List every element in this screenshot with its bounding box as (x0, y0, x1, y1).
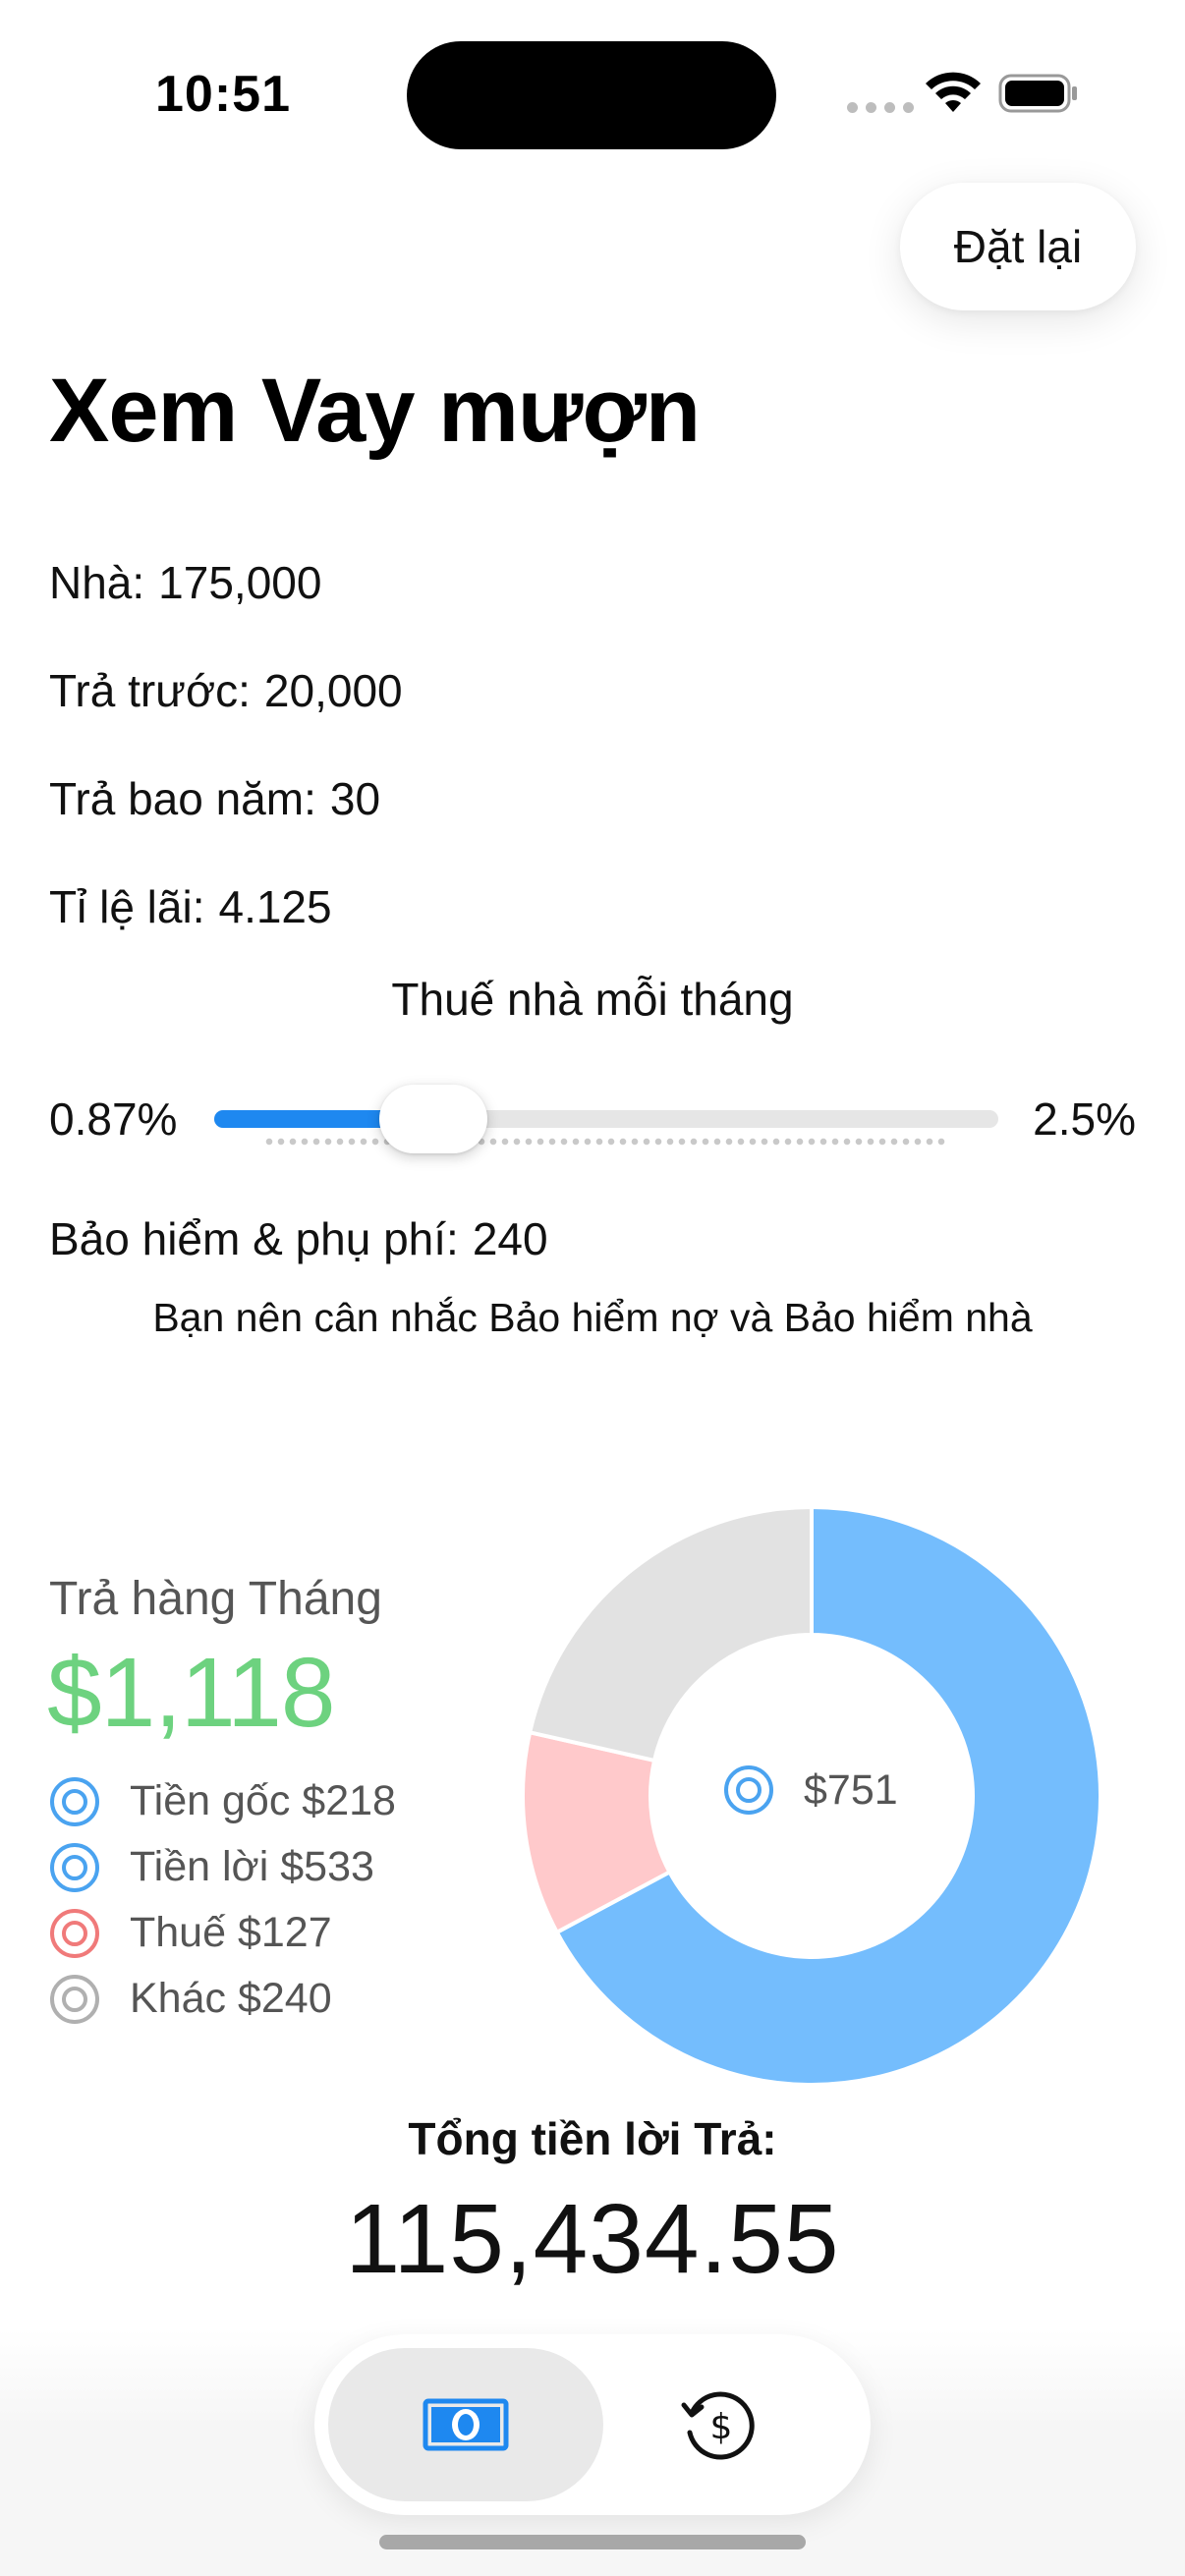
legend-label: Khác $240 (130, 1975, 332, 2022)
donut-slice-2 (527, 1504, 814, 1764)
field-label: Bảo hiểm & phụ phí: (49, 1213, 459, 1264)
field-loan-years[interactable]: Trả bao năm: 30 (49, 772, 380, 825)
field-house-price[interactable]: Nhà: 175,000 (49, 556, 321, 609)
payment-legend: Tiền gốc $218 Tiền lời $533 Thuế $127 Kh… (49, 1768, 396, 2032)
home-indicator (379, 2535, 806, 2549)
tab-bar: $ (314, 2334, 871, 2515)
field-value[interactable]: 175,000 (158, 557, 321, 608)
field-label: Trả trước: (49, 665, 251, 716)
banknote-icon (423, 2398, 509, 2451)
tab-payment-history[interactable]: $ (582, 2348, 857, 2501)
target-icon (50, 1776, 99, 1826)
tax-slider-min-label: 0.87% (49, 1093, 178, 1145)
svg-text:$: $ (710, 2407, 733, 2447)
monthly-payment-label: Trả hàng Tháng (49, 1573, 382, 1625)
total-interest-value: 115,434.55 (345, 2184, 840, 2294)
donut-center-label: $751 (723, 1764, 898, 1816)
field-interest-rate[interactable]: Tỉ lệ lãi: 4.125 (49, 880, 332, 933)
page-title: Xem Vay mượn (49, 361, 701, 461)
tax-slider-ticks (263, 1138, 947, 1146)
legend-item-interest: Tiền lời $533 (49, 1834, 396, 1900)
tab-loan-view[interactable] (328, 2348, 603, 2501)
legend-item-principal: Tiền gốc $218 (49, 1768, 396, 1834)
target-icon (724, 1765, 773, 1815)
cellular-signal-icon (847, 102, 914, 113)
field-value[interactable]: 4.125 (218, 881, 331, 932)
dynamic-island (407, 41, 776, 149)
field-label: Nhà: (49, 557, 145, 608)
tax-slider-track[interactable] (214, 1110, 998, 1128)
dollar-history-icon: $ (681, 2391, 755, 2460)
status-time: 10:51 (155, 66, 291, 123)
advice-text: Bạn nên cân nhắc Bảo hiểm nợ và Bảo hiểm… (152, 1295, 1033, 1340)
target-icon (50, 1842, 99, 1892)
target-icon (50, 1974, 99, 2024)
legend-label: Tiền gốc $218 (130, 1777, 396, 1824)
monthly-payment-amount: $1,118 (47, 1638, 335, 1748)
legend-item-other: Khác $240 (49, 1966, 396, 2032)
legend-label: Tiền lời $533 (130, 1843, 374, 1890)
field-value[interactable]: 30 (330, 773, 380, 824)
field-value[interactable]: 240 (473, 1213, 548, 1264)
field-down-payment[interactable]: Trả trước: 20,000 (49, 664, 403, 717)
legend-item-tax: Thuế $127 (49, 1900, 396, 1966)
field-insurance[interactable]: Bảo hiểm & phụ phí: 240 (49, 1212, 548, 1265)
total-interest-label: Tổng tiền lời Trả: (408, 2113, 777, 2164)
field-value[interactable]: 20,000 (264, 665, 403, 716)
tax-slider-max-label: 2.5% (1033, 1093, 1136, 1145)
donut-center-value: $751 (804, 1765, 898, 1814)
wifi-icon (926, 72, 981, 112)
reset-button[interactable]: Đặt lại (900, 183, 1136, 310)
battery-icon (998, 74, 1077, 113)
tax-slider-title: Thuế nhà mỗi tháng (391, 974, 794, 1025)
legend-label: Thuế $127 (130, 1909, 332, 1956)
target-icon (50, 1908, 99, 1958)
field-label: Trả bao năm: (49, 773, 316, 824)
tax-slider-thumb[interactable] (379, 1085, 488, 1153)
field-label: Tỉ lệ lãi: (49, 881, 205, 932)
